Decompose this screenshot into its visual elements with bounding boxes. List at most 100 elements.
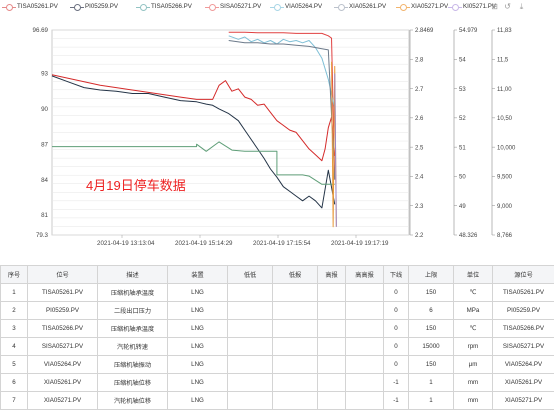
right-axis-1-tick-label: 2.7	[415, 87, 424, 93]
table-row[interactable]: 2 PI05259.PV 二段出口压力 LNG 0 6 MPa PI05259.PV	[0, 301, 554, 320]
legend-marker-icon	[205, 3, 219, 11]
table-header-cell[interactable]: 低低	[227, 265, 273, 284]
table-cell	[317, 373, 346, 392]
legend-marker-icon	[396, 3, 410, 11]
x-axis-tick-label: 2021-04-19 17:15:54	[253, 240, 311, 247]
table-cell	[227, 283, 273, 302]
legend-item[interactable]: VIA05264.PV	[270, 2, 322, 12]
table-header-cell[interactable]: 低报	[272, 265, 318, 284]
table-header-cell[interactable]: 下线	[383, 265, 409, 284]
table-cell: XIA05271.PV	[27, 391, 98, 410]
table-cell: VIA05264.PV	[492, 355, 554, 374]
legend-marker-icon	[70, 3, 84, 11]
table-cell	[345, 373, 384, 392]
table-cell	[227, 355, 273, 374]
right-axis-3-tick-label: 9,000	[497, 204, 513, 210]
table-cell	[227, 337, 273, 356]
right-axis-2-tick-label: 52	[459, 116, 466, 122]
legend-marker-icon	[270, 3, 284, 11]
legend-marker-icon	[2, 3, 16, 11]
chart-annotation: 4月19日停车数据	[86, 178, 186, 193]
table-header-cell[interactable]: 上限	[408, 265, 454, 284]
table-row[interactable]: 3 TISA05266.PV 压缩机轴承温度 LNG 0 150 ℃ TISA05266.PV	[0, 319, 554, 338]
table-cell: SISA05271.PV	[27, 337, 98, 356]
table-cell: 6	[408, 301, 454, 320]
table-row[interactable]: 1 TISA05261.PV 压缩机轴承温度 LNG 0 150 ℃ TISA05261.PV	[0, 283, 554, 302]
table-cell	[317, 319, 346, 338]
restore-icon[interactable]: ↺	[503, 2, 512, 11]
table-cell	[272, 319, 318, 338]
right-axis-1-tick-label: 2.2	[415, 233, 424, 239]
table-cell: rpm	[453, 337, 493, 356]
left-axis-tick-label: 90	[41, 106, 48, 113]
table-cell: LNG	[167, 319, 228, 338]
table-cell: 150	[408, 283, 454, 302]
legend-marker-icon	[136, 3, 150, 11]
table-cell: μm	[453, 355, 493, 374]
right-axis-1-tick-label: 2.8	[415, 57, 424, 63]
right-axis-3-tick-label: 11,00	[497, 87, 512, 93]
zoom-icon[interactable]: ⊞	[490, 2, 499, 11]
table-cell: TISA05261.PV	[492, 283, 554, 302]
legend-label: XIA05271.PV	[411, 3, 449, 10]
table-cell: TISA05266.PV	[492, 319, 554, 338]
table-header-cell[interactable]: 高报	[317, 265, 346, 284]
table-cell: 5	[0, 355, 28, 374]
table-header-cell[interactable]: 装置	[167, 265, 228, 284]
legend-item[interactable]: KI05271.PV	[448, 2, 496, 12]
table-cell: ℃	[453, 319, 493, 338]
legend-item[interactable]: XIA05271.PV	[396, 2, 448, 12]
table-row[interactable]: 5 VIA05264.PV 压缩机轴振动 LNG 0 150 μm VIA05264.PV	[0, 355, 554, 374]
right-axis-2-tick-label: 54.979	[459, 28, 478, 34]
table-cell: XIA05261.PV	[27, 373, 98, 392]
right-axis-3-tick-label: 11,83	[497, 28, 512, 34]
table-header-cell[interactable]: 单位	[453, 265, 493, 284]
legend-label: VIA05264.PV	[285, 3, 323, 10]
legend-item[interactable]: TISA05261.PV	[2, 2, 58, 12]
right-axis-1-tick-label: 2.5	[415, 145, 424, 151]
legend-item[interactable]: PI05259.PV	[70, 2, 118, 12]
table-cell: TISA05266.PV	[27, 319, 98, 338]
table-row[interactable]: 6 XIA05261.PV 压缩机轴位移 LNG -1 1 mm XIA05261.PV	[0, 373, 554, 392]
legend-item[interactable]: XIA05261.PV	[334, 2, 386, 12]
left-axis-tick-label: 79.3	[36, 232, 49, 239]
table-cell	[272, 391, 318, 410]
table-cell: mm	[453, 373, 493, 392]
table-header-cell[interactable]: 源位号	[492, 265, 554, 284]
table-cell: PI05259.PV	[492, 301, 554, 320]
left-axis-tick-label: 96.69	[33, 27, 49, 34]
legend-item[interactable]: SISA05271.PV	[205, 2, 261, 12]
table-header-row: 序号 位号 描述 装置 低低 低报 高报 高高报 下线 上限 单位 源位号	[0, 265, 554, 284]
table-cell: ℃	[453, 283, 493, 302]
right-axis-2-tick-label: 50	[459, 175, 466, 181]
legend-label: TISA05266.PV	[151, 3, 192, 10]
table-cell	[317, 391, 346, 410]
legend-label: TISA05261.PV	[17, 3, 58, 10]
left-axis-tick-label: 81	[41, 212, 48, 219]
x-axis-tick-label: 2021-04-19 15:14:29	[175, 240, 233, 247]
right-axis-3-tick-label: 10,50	[497, 116, 513, 122]
table-cell	[345, 391, 384, 410]
table-cell	[345, 301, 384, 320]
table-cell	[345, 319, 384, 338]
table-row[interactable]: 7 XIA05271.PV 汽轮机轴位移 LNG -1 1 mm XIA05271.PV	[0, 391, 554, 410]
legend-marker-icon	[334, 3, 348, 11]
table-header-cell[interactable]: 高高报	[345, 265, 384, 284]
table-cell: PI05259.PV	[27, 301, 98, 320]
table-header-cell[interactable]: 序号	[0, 265, 28, 284]
table-cell: 150	[408, 355, 454, 374]
table-cell: 压缩机轴承温度	[97, 319, 168, 338]
table-header-cell[interactable]: 描述	[97, 265, 168, 284]
table-cell: LNG	[167, 391, 228, 410]
table-cell: LNG	[167, 337, 228, 356]
table-cell: 汽轮机轴位移	[97, 391, 168, 410]
table-row[interactable]: 4 SISA05271.PV 汽轮机转速 LNG 0 15000 rpm SISA05271.…	[0, 337, 554, 356]
save-icon[interactable]: ⤓	[517, 2, 526, 11]
right-axis-2-tick-label: 53	[459, 87, 466, 93]
table-header-cell[interactable]: 位号	[27, 265, 98, 284]
left-axis-tick-label: 87	[41, 141, 48, 148]
table-cell: SISA05271.PV	[492, 337, 554, 356]
table-cell	[345, 355, 384, 374]
legend-item[interactable]: TISA05266.PV	[136, 2, 192, 12]
right-axis-2-tick-label: 51	[459, 145, 466, 151]
